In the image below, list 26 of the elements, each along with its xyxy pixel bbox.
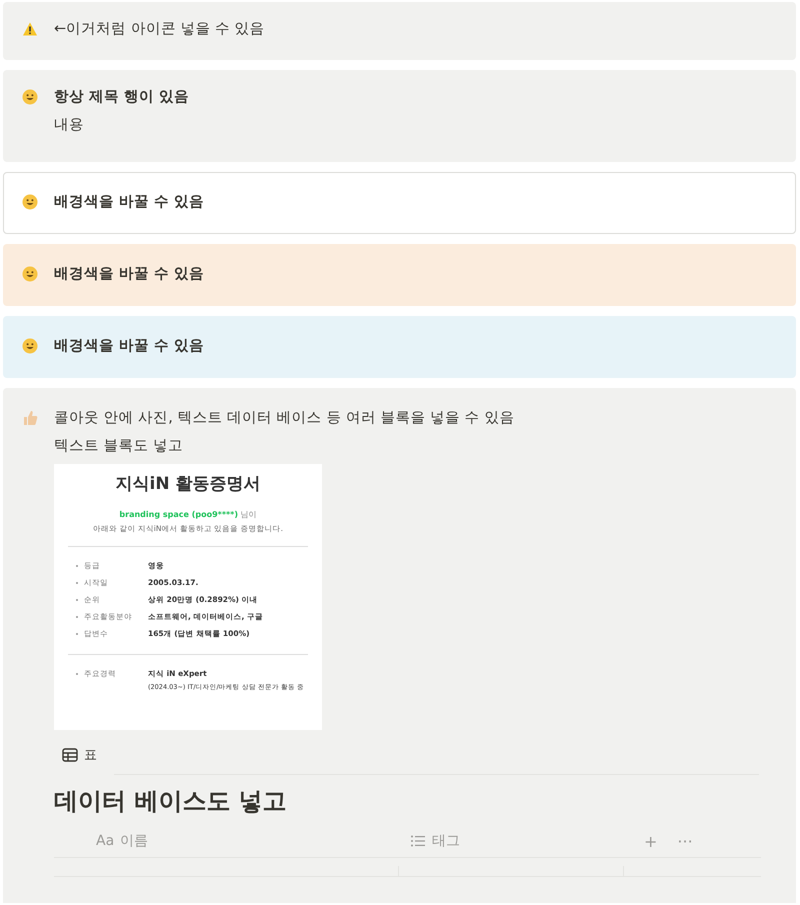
- callout-title: 배경색을 바꿀 수 있음: [54, 265, 206, 284]
- callout-text: 텍스트 블록도 넣고: [54, 437, 184, 456]
- user-suffix: 님이: [240, 510, 257, 519]
- thumbs-up-icon: [22, 410, 38, 426]
- list-icon: [410, 834, 426, 848]
- callout-title: 항상 제목 행이 있음: [54, 88, 190, 107]
- more-button[interactable]: ···: [667, 832, 703, 850]
- smiley-icon: [22, 338, 38, 354]
- warning-icon: [22, 21, 38, 37]
- column-header[interactable]: 태그: [404, 832, 634, 850]
- database-title: 데이터 베이스도 넣고: [54, 786, 288, 817]
- callout-text: 콜아웃 안에 사진, 텍스트 데이터 베이스 등 여러 블록을 넣을 수 있음: [54, 409, 516, 428]
- callout-title: 배경색을 바꿀 수 있음: [54, 337, 206, 356]
- callout-text: ←이거처럼 아이콘 넣을 수 있음: [54, 20, 266, 39]
- add-column-button[interactable]: +: [634, 832, 668, 850]
- smiley-icon: [22, 194, 38, 210]
- table-view-tab[interactable]: 표: [54, 738, 779, 764]
- user-name: branding space (poo9****): [119, 510, 238, 519]
- smiley-icon: [22, 266, 38, 282]
- column-header[interactable]: Aa 이름: [54, 832, 404, 850]
- smiley-icon: [22, 89, 38, 105]
- certificate-title: 지식iN 활동증명서: [114, 473, 262, 495]
- callout-title: 배경색을 바꿀 수 있음: [54, 193, 206, 212]
- text-type-icon: Aa: [96, 833, 114, 849]
- callout-text: 내용: [54, 116, 85, 135]
- table-icon: [62, 748, 78, 762]
